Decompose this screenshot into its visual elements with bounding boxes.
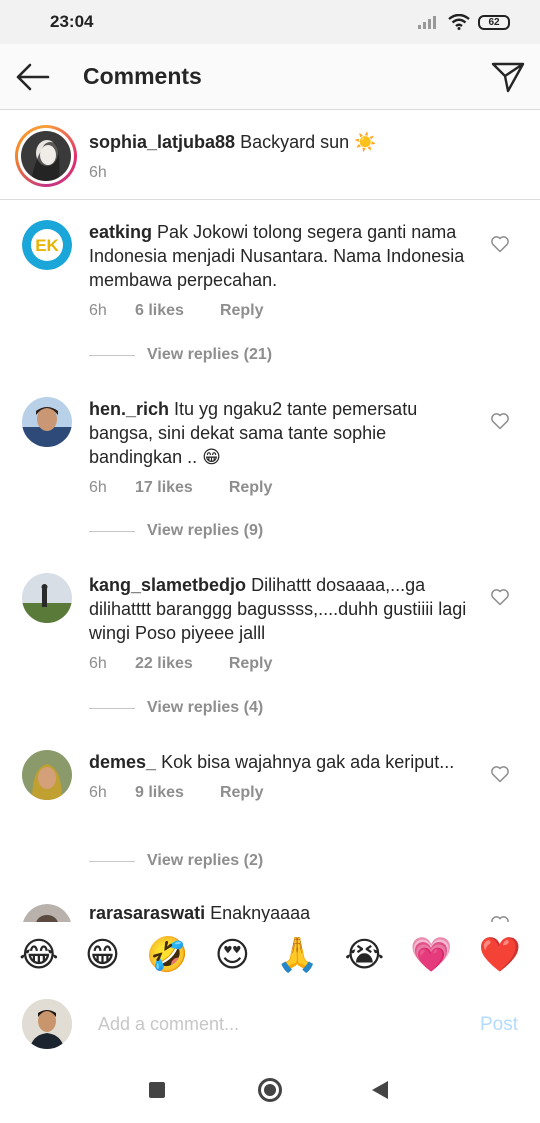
view-replies-button[interactable]: View replies (4) <box>89 699 263 717</box>
avatar[interactable]: EK <box>22 220 72 270</box>
status-time: 23:04 <box>50 12 94 31</box>
home-icon[interactable] <box>258 1078 282 1102</box>
view-replies-button[interactable]: View replies (2) <box>89 852 263 870</box>
emoji-crying[interactable]: 😭 <box>345 935 385 975</box>
system-nav-bar <box>0 1062 540 1123</box>
avatar[interactable] <box>22 904 72 922</box>
comment-text: Enaknyaaaa <box>210 903 311 922</box>
divider <box>89 530 135 532</box>
comment-username[interactable]: kang_slametbedjo <box>89 575 246 595</box>
emoji-grin[interactable]: 😁 <box>85 935 120 975</box>
back-icon[interactable] <box>372 1081 388 1099</box>
comment-item: rarasaraswati Enaknyaaaa <box>0 900 540 922</box>
comment-time: 6h <box>89 302 107 319</box>
heart-icon[interactable] <box>490 411 510 431</box>
heart-icon[interactable] <box>490 914 510 922</box>
story-ring[interactable] <box>15 125 77 187</box>
comment-text: Kok bisa wajahnya gak ada keriput... <box>161 752 455 772</box>
reply-button[interactable]: Reply <box>220 784 264 802</box>
divider <box>89 354 135 356</box>
comment-username[interactable]: eatking <box>89 222 152 242</box>
view-replies-label: View replies (9) <box>147 522 264 539</box>
recents-icon[interactable] <box>149 1082 165 1098</box>
wifi-icon <box>448 14 470 30</box>
reply-button[interactable]: Reply <box>229 655 273 673</box>
caption-body: sophia_latjuba88 Backyard sun ☀️ 6h <box>89 130 509 182</box>
emoji-red-heart[interactable]: ❤️ <box>479 935 521 975</box>
emoji-heart-eyes[interactable]: 😍 <box>215 935 250 975</box>
avatar <box>21 131 71 181</box>
avatar[interactable] <box>22 573 72 623</box>
caption-emoji: ☀️ <box>354 132 377 152</box>
emoji-rofl[interactable]: 🤣 <box>146 935 188 975</box>
likes-count[interactable]: 22 likes <box>135 655 193 673</box>
signal-icon <box>418 16 436 29</box>
avatar[interactable] <box>22 750 72 800</box>
back-arrow-icon[interactable] <box>12 60 52 94</box>
svg-text:EK: EK <box>35 236 59 255</box>
view-replies-label: View replies (21) <box>147 346 273 363</box>
emoji-pray[interactable]: 🙏 <box>276 935 318 975</box>
caption-username[interactable]: sophia_latjuba88 <box>89 132 235 152</box>
likes-count[interactable]: 17 likes <box>135 479 193 497</box>
post-caption: sophia_latjuba88 Backyard sun ☀️ 6h <box>0 111 540 200</box>
header: Comments <box>0 44 540 110</box>
comment-time: 6h <box>89 655 107 672</box>
caption-time: 6h <box>89 164 107 181</box>
comment-username[interactable]: rarasaraswati <box>89 903 205 922</box>
emoji-growing-heart[interactable]: 💗 <box>410 935 452 975</box>
heart-icon[interactable] <box>490 587 510 607</box>
reply-button[interactable]: Reply <box>220 302 264 320</box>
comment-time: 6h <box>89 784 107 801</box>
view-replies-label: View replies (2) <box>147 852 264 869</box>
direct-send-icon[interactable] <box>490 59 526 95</box>
add-comment-bar: Add a comment... Post <box>0 990 540 1062</box>
heart-icon[interactable] <box>490 234 510 254</box>
comment-input[interactable]: Add a comment... <box>98 1014 239 1035</box>
post-button[interactable]: Post <box>480 1014 518 1036</box>
likes-count[interactable]: 6 likes <box>135 302 184 320</box>
view-replies-button[interactable]: View replies (9) <box>89 522 263 540</box>
comment-username[interactable]: hen._rich <box>89 399 169 419</box>
heart-icon[interactable] <box>490 764 510 784</box>
view-replies-label: View replies (4) <box>147 699 264 716</box>
likes-count[interactable]: 9 likes <box>135 784 184 802</box>
divider <box>89 707 135 709</box>
view-replies-button[interactable]: View replies (21) <box>89 346 272 364</box>
caption-text: Backyard sun <box>240 132 350 152</box>
reply-button[interactable]: Reply <box>229 479 273 497</box>
status-bar: 23:04 62 <box>0 0 540 44</box>
avatar[interactable] <box>22 397 72 447</box>
emoji-quick-bar: 😂 😁 🤣 😍 🙏 😭 💗 ❤️ <box>0 922 540 988</box>
comment-username[interactable]: demes_ <box>89 752 156 772</box>
page-title: Comments <box>83 63 202 89</box>
status-icons: 62 <box>418 14 510 30</box>
divider <box>89 860 135 862</box>
comment-time: 6h <box>89 479 107 496</box>
emoji-tears-of-joy[interactable]: 😂 <box>19 935 59 975</box>
battery-icon: 62 <box>478 14 510 30</box>
avatar <box>22 999 72 1049</box>
